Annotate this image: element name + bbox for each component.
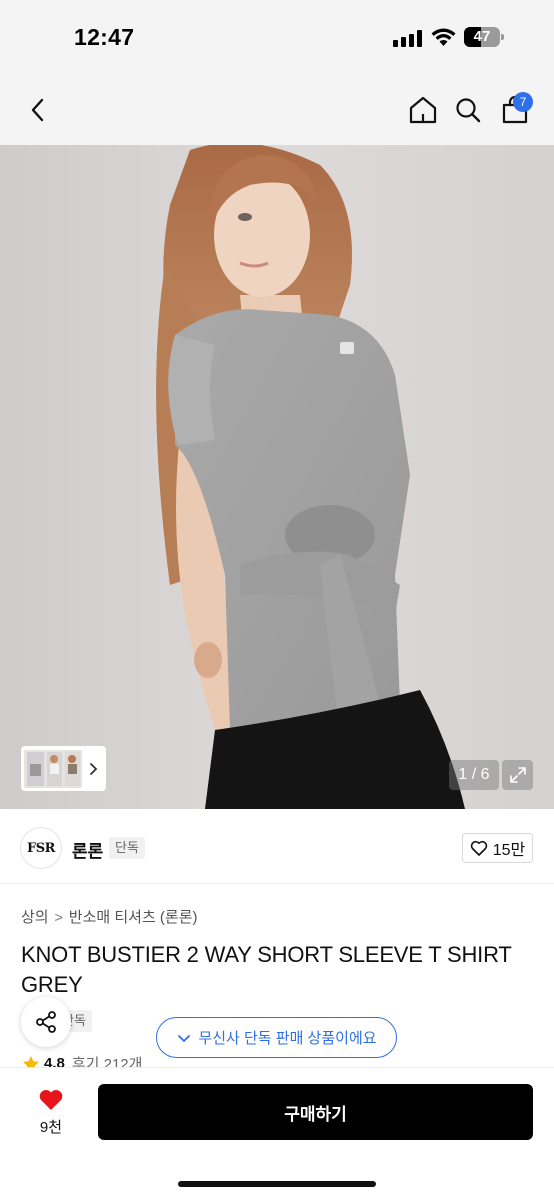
top-nav (0, 75, 554, 145)
status-bar: 12:47 47 (0, 0, 554, 75)
chevron-left-icon (31, 98, 44, 122)
breadcrumb: 상의 > 반소매 티셔츠 (론론) (21, 906, 198, 927)
home-icon (409, 96, 437, 124)
brand-logo-text: FSR (27, 840, 55, 856)
toast-text: 무신사 단독 판매 상품이에요 (198, 1030, 377, 1047)
wifi-icon (431, 28, 456, 46)
breadcrumb-item-category[interactable]: 상의 (21, 906, 49, 927)
buy-button[interactable]: 구매하기 (98, 1084, 533, 1140)
home-button[interactable] (403, 90, 443, 130)
product-title: KNOT BUSTIER 2 WAY SHORT SLEEVE T SHIRT … (21, 942, 512, 997)
heart-outline-icon (470, 840, 487, 856)
brand-row: FSR 론론 단독 15만 (0, 810, 554, 884)
brand-logo[interactable]: FSR (20, 827, 62, 869)
expand-icon (509, 767, 526, 783)
chevron-down-icon (178, 1034, 191, 1042)
battery-level: 47 (473, 28, 491, 45)
product-photo (0, 145, 554, 809)
product-image-gallery[interactable]: 1 / 6 (0, 145, 554, 809)
image-counter: 1 / 6 (449, 760, 499, 790)
brand-exclusive-tag: 단독 (109, 837, 145, 859)
chevron-right-icon: > (54, 908, 63, 925)
breadcrumb-item-subcategory[interactable]: 반소매 티셔츠 (론론) (69, 906, 198, 927)
signal-icon (393, 30, 423, 47)
cart-count-badge: 7 (513, 92, 533, 112)
expand-button[interactable] (502, 760, 533, 790)
back-button[interactable] (18, 90, 58, 130)
chevron-right-icon (90, 762, 98, 775)
share-icon (36, 1011, 56, 1033)
thumbnail-image (24, 749, 82, 788)
thumbnail-strip[interactable] (21, 746, 106, 791)
brand-like-count: 15만 (492, 842, 526, 859)
search-button[interactable] (448, 90, 488, 130)
search-icon (456, 98, 481, 123)
brand-like-button[interactable]: 15만 (462, 833, 533, 863)
wishlist-count: 9천 (39, 1118, 63, 1136)
battery-icon: 47 (464, 27, 504, 47)
share-button[interactable] (21, 997, 71, 1047)
exclusive-toast: 무신사 단독 판매 상품이에요 (156, 1017, 397, 1058)
home-indicator (178, 1181, 376, 1187)
status-time: 12:47 (74, 24, 135, 50)
brand-name[interactable]: 론론 (72, 837, 103, 862)
heart-filled-icon (39, 1089, 63, 1110)
wishlist-button[interactable]: 9천 (22, 1084, 80, 1140)
